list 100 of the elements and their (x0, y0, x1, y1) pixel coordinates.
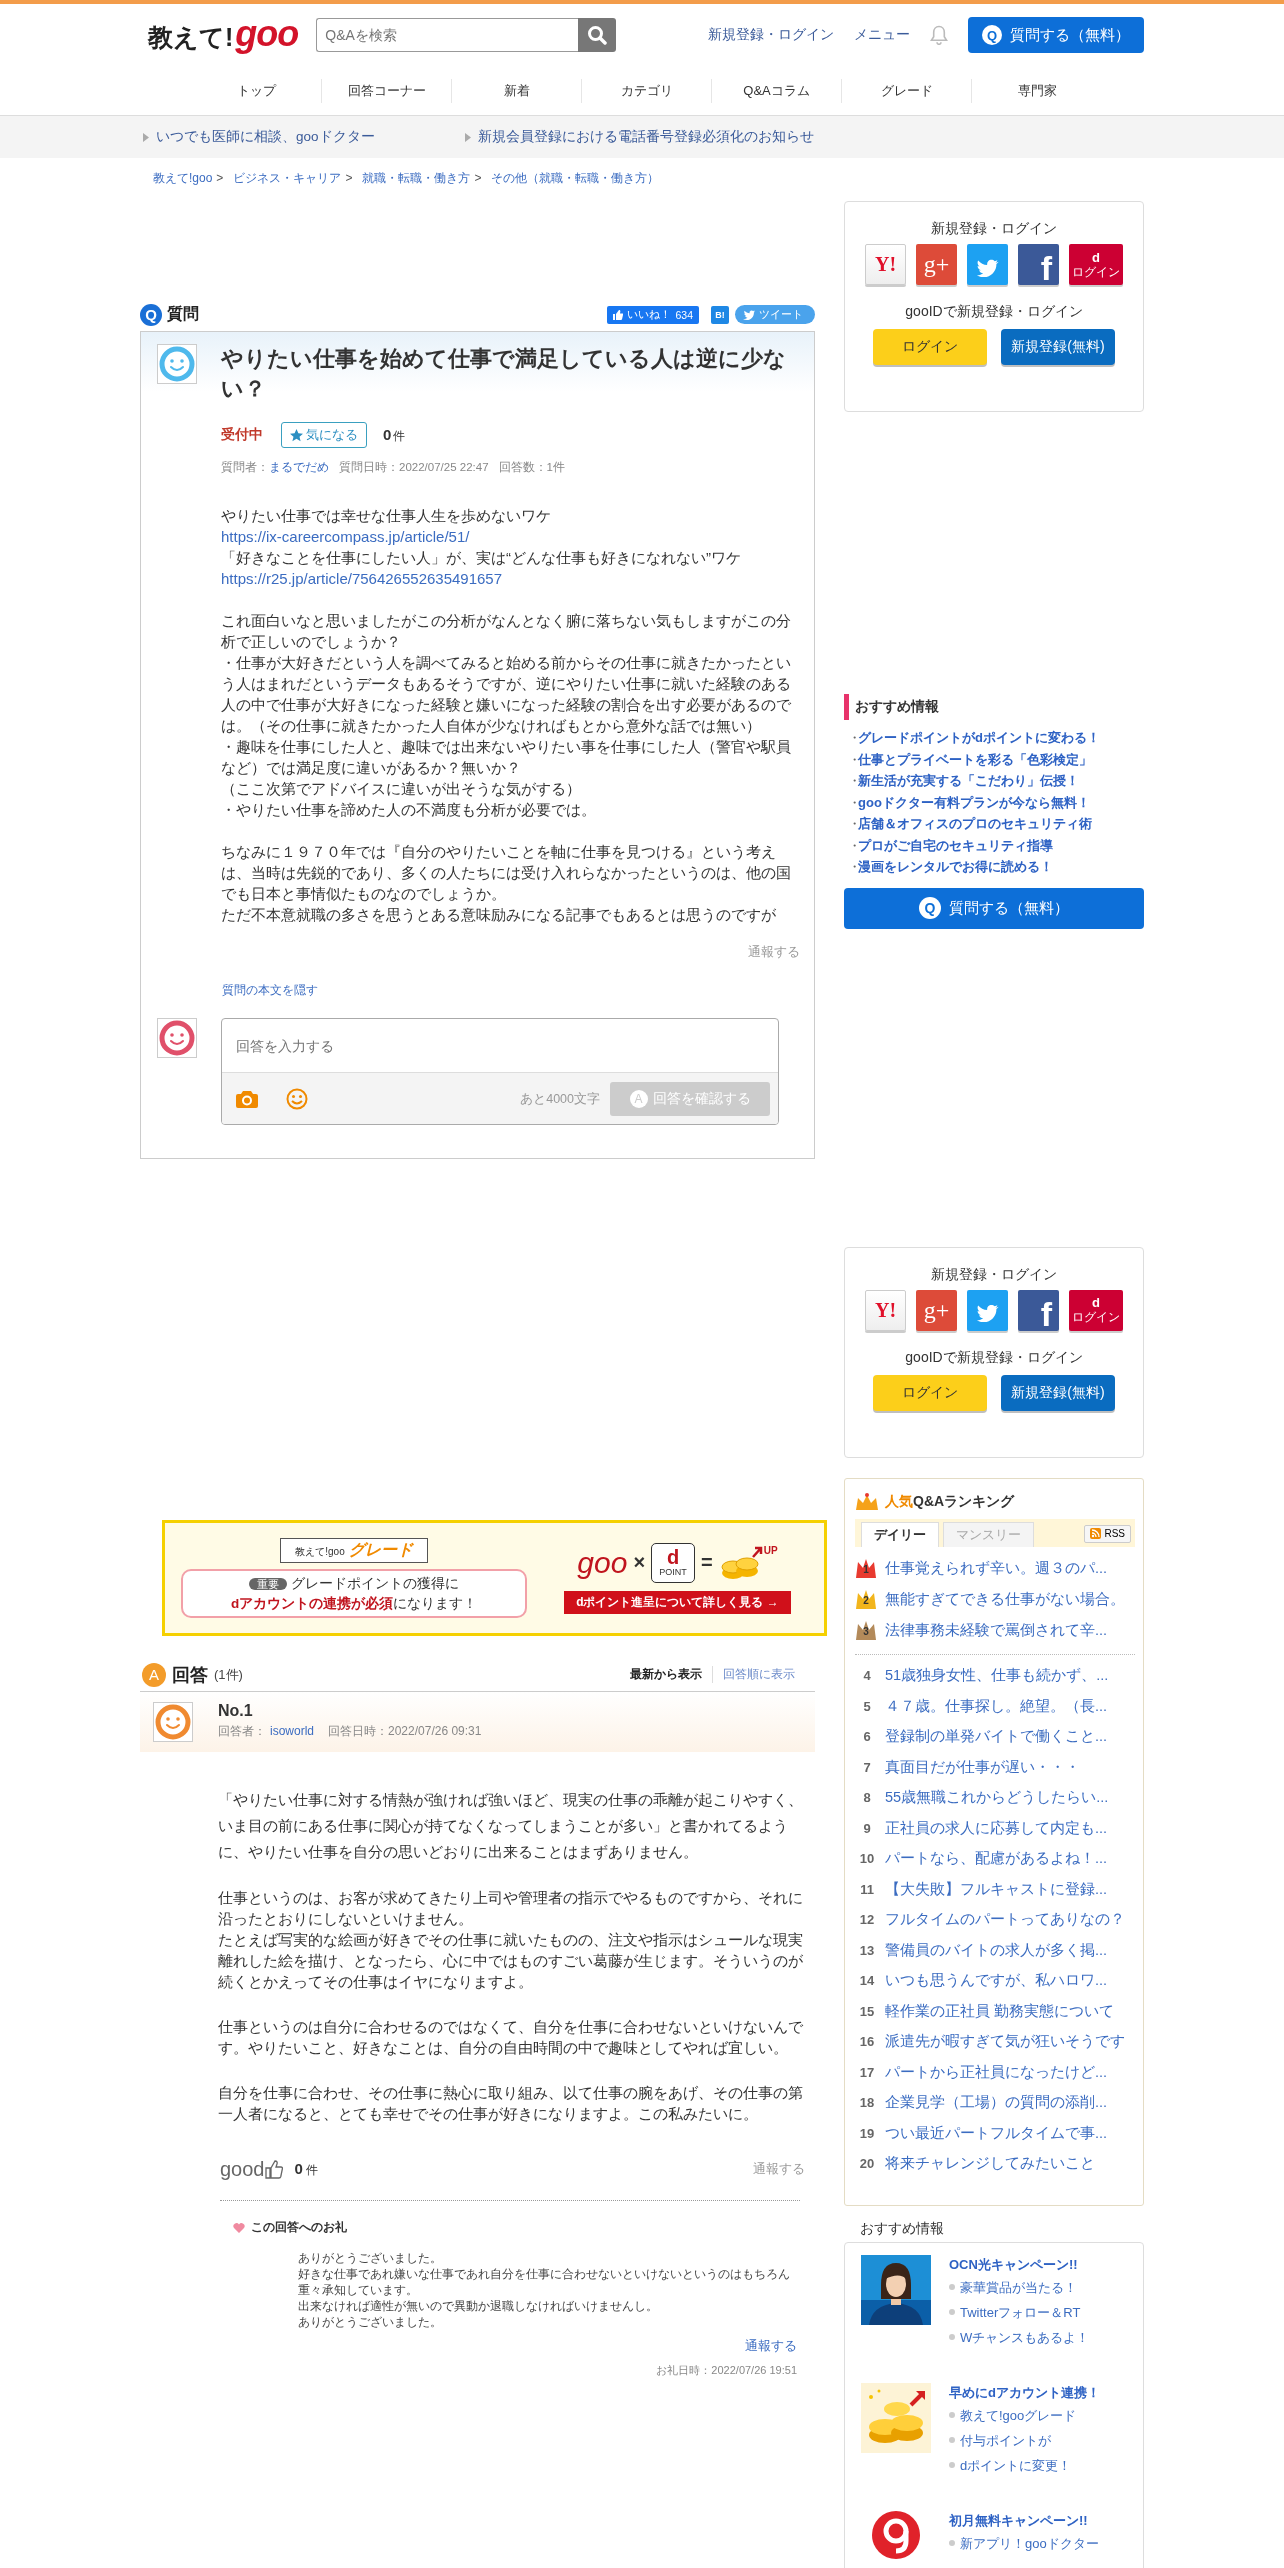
ranking-link[interactable]: 企業見学（工場）の質問の添削... (885, 2093, 1108, 2113)
rss-button[interactable]: RSS (1084, 1524, 1131, 1543)
nav-item[interactable]: 新着 (452, 78, 582, 103)
search-field[interactable]: Q&Aを検索 (316, 18, 579, 52)
header-link[interactable]: メニュー (854, 26, 910, 44)
recommend-link[interactable]: グレードポイントがdポイントに変わる！ (858, 727, 1100, 749)
bookmark-button[interactable]: B! (711, 305, 729, 324)
answerer-link[interactable]: isoworld (270, 1724, 314, 1738)
recommend-link[interactable]: 店舗＆オフィスのプロのセキュリティ術 (858, 813, 1092, 835)
ranking-link[interactable]: 正社員の求人に応募して内定も... (885, 1818, 1108, 1838)
answer-field[interactable]: 回答を入力する (222, 1019, 778, 1073)
follow-button[interactable]: 気になる (281, 422, 367, 448)
breadcrumb-link[interactable]: 教えて!goo (153, 169, 213, 187)
breadcrumb-link[interactable]: 就職・転職・働き方 (362, 169, 471, 187)
social-login-button[interactable]: g+ (916, 1289, 957, 1331)
promo-link[interactable]: 付与ポイントが (960, 2427, 1051, 2453)
nav-item[interactable]: 回答コーナー (322, 78, 452, 103)
promo-link[interactable]: 教えて!gooグレード (960, 2402, 1077, 2428)
social-login-button[interactable]: f (1018, 1289, 1059, 1331)
ranking-link[interactable]: 法律事務未経験で罵倒されて辛... (885, 1620, 1108, 1640)
ranking-link[interactable]: 登録制の単発バイトで働くこと... (885, 1727, 1108, 1747)
ranking-link[interactable]: パートから正社員になったけど... (885, 2062, 1108, 2082)
good-button[interactable]: good (220, 2157, 283, 2181)
link[interactable]: https://ix-careercompass.jp/article/51/ (221, 528, 470, 545)
login-title: 新規登録・ログイン (931, 220, 1057, 238)
ranking-link[interactable]: いつも思うんですが、私ハロワ... (885, 1971, 1108, 1991)
ranking-link[interactable]: 無能すぎてできる仕事がない場合。 (885, 1589, 1125, 1609)
social-login-button[interactable]: d ログイン (1069, 1289, 1123, 1331)
ranking-tab[interactable]: デイリー (861, 1521, 939, 1547)
promo-title[interactable]: 早めにdアカウント連携！ (949, 2384, 1100, 2400)
register-button[interactable]: 新規登録(無料) (1001, 329, 1115, 365)
report-link[interactable]: 通報する (745, 2338, 797, 2355)
details-button[interactable]: dポイント進呈について詳しく見る → (564, 1590, 791, 1614)
ranking-link[interactable]: 仕事覚えられず辛い。週３のパ... (885, 1558, 1108, 1578)
link[interactable]: https://r25.jp/article/756426552635491657 (221, 570, 503, 587)
social-login-button[interactable]: f (1018, 244, 1059, 285)
like-button[interactable]: いいね！ 634 (607, 305, 699, 324)
promo-link[interactable]: 新アプリ！gooドクター (960, 2530, 1099, 2556)
ranking-link[interactable]: 軽作業の正社員 勤務実態について (885, 2001, 1115, 2021)
register-button[interactable]: 新規登録(無料) (1001, 1374, 1115, 1411)
recommend-link[interactable]: プロがご自宅のセキュリティ指導 (858, 834, 1053, 856)
ask-question-button[interactable]: Q 質問する（無料） (968, 17, 1144, 53)
hide-body-link[interactable]: 質問の本文を隠す (222, 982, 318, 999)
camera-icon[interactable] (236, 1090, 258, 1108)
social-login-button[interactable]: Y! (865, 244, 906, 285)
ranking-link[interactable]: ４７歳。仕事探し。絶望。（長... (885, 1696, 1108, 1716)
ranking-link[interactable]: 51歳独身女性、仕事も続かず、... (885, 1666, 1109, 1686)
ranking-link[interactable]: 将来チャレンジしてみたいこと (885, 2154, 1095, 2174)
social-login-button[interactable]: g+ (916, 244, 957, 285)
ranking-link[interactable]: 55歳無職これからどうしたらい... (885, 1788, 1109, 1808)
sort-option[interactable]: 最新から表示 (620, 1666, 712, 1683)
login-button[interactable]: ログイン (873, 1374, 987, 1411)
ranking-link[interactable]: つい最近パートフルタイムで事... (885, 2123, 1108, 2143)
search-button[interactable] (578, 18, 617, 52)
social-login-button[interactable]: d ログイン (1069, 244, 1123, 285)
rank-number: 1 (862, 1564, 870, 1575)
promo-link[interactable]: 豪華賞品が当たる！ (960, 2274, 1077, 2300)
promo-title[interactable]: 初月無料キャンペーン!! (949, 2512, 1088, 2528)
recommend-link[interactable]: gooドクター有料プランが今なら無料！ (858, 791, 1090, 813)
bullet: ・ (848, 750, 858, 769)
ranking-link[interactable]: フルタイムのパートってありなの？ (885, 1910, 1125, 1930)
ranking-link[interactable]: パートなら、配慮があるよね！... (885, 1849, 1108, 1869)
nav-item[interactable]: カテゴリ (582, 78, 712, 103)
rank-number: 13 (858, 1942, 876, 1958)
ranking-link[interactable]: 【大失敗】フルキャストに登録... (885, 1879, 1108, 1899)
header-link[interactable]: 新規登録・ログイン (708, 26, 834, 44)
recommend-link[interactable]: 仕事とプライベートを彩る「色彩検定」 (858, 748, 1092, 770)
notice-link[interactable]: 新規会員登録における電話番号登録必須化のお知らせ (478, 128, 814, 146)
breadcrumb-link[interactable]: その他（就職・転職・働き方） (491, 169, 660, 187)
logo[interactable]: 教えて!goo (148, 13, 299, 57)
rank-number: 14 (858, 1973, 876, 1989)
report-link[interactable]: 通報する (748, 944, 800, 961)
recommend-link[interactable]: 新生活が充実する「こだわり」伝授！ (858, 770, 1079, 792)
nav-item[interactable]: 専門家 (972, 78, 1102, 103)
login-button[interactable]: ログイン (873, 329, 987, 365)
social-login-button[interactable]: Y! (865, 1289, 906, 1331)
promo-link[interactable]: dポイントに変更！ (960, 2452, 1072, 2478)
smile-icon[interactable] (286, 1088, 308, 1110)
promo-link[interactable]: Wチャンスもあるよ！ (960, 2324, 1090, 2350)
ranking-link[interactable]: 派遣先が暇すぎて気が狂いそうです (885, 2032, 1125, 2052)
notice-link[interactable]: いつでも医師に相談、gooドクター (156, 128, 375, 146)
breadcrumb-link[interactable]: ビジネス・キャリア (233, 169, 342, 187)
social-login-button[interactable] (967, 1289, 1008, 1331)
bell-icon[interactable] (930, 25, 948, 45)
nav-item[interactable]: グレード (842, 78, 972, 103)
report-link[interactable]: 通報する (753, 2160, 805, 2178)
promo-link[interactable]: Twitterフォロー＆RT (960, 2299, 1081, 2325)
ask-question-button[interactable]: Q 質問する（無料） (844, 887, 1144, 929)
equals-sign: = (701, 1551, 713, 1574)
social-login-button[interactable] (967, 244, 1008, 285)
ranking-link[interactable]: 真面目だが仕事が遅い・・・ (885, 1757, 1080, 1777)
recommend-link[interactable]: 漫画をレンタルでお得に読める！ (858, 856, 1053, 878)
sort-option[interactable]: 回答順に表示 (712, 1666, 805, 1683)
answer-count: (1件) (214, 1665, 243, 1684)
asker-link[interactable]: まるでだめ (269, 461, 329, 473)
promo-title[interactable]: OCN光キャンペーン!! (949, 2256, 1078, 2272)
thumbs-up-icon (264, 2159, 283, 2179)
ranking-link[interactable]: 警備員のバイトの求人が多く掲... (885, 1940, 1108, 1960)
nav-item[interactable]: Q&Aコラム (712, 78, 842, 103)
nav-item[interactable]: トップ (192, 78, 322, 103)
